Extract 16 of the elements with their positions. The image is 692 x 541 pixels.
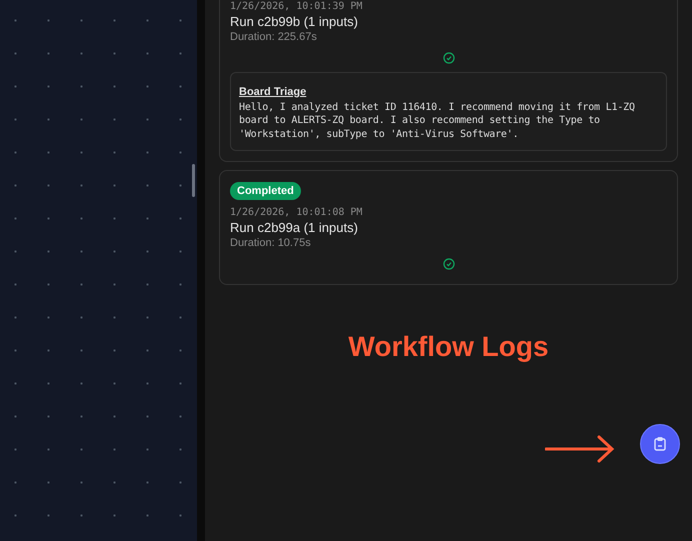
scroll-handle[interactable]	[192, 164, 195, 197]
run-duration: Duration: 10.75s	[230, 236, 311, 250]
check-circle-icon	[442, 52, 454, 64]
run-timestamp: 1/26/2026, 10:01:08 PM	[230, 206, 362, 220]
logs-button[interactable]	[640, 424, 680, 464]
arrow-icon	[545, 434, 615, 464]
output-text: Hello, I analyzed ticket ID 116410. I recommend moving it from L1-ZQ board to ALERTS-ZQ board. I also recommend setting the Type to 'Workstation', subType to 'Anti-Virus Software'.	[239, 101, 636, 141]
annotation-title: Workflow Logs	[348, 330, 549, 364]
clipboard-icon	[654, 437, 666, 451]
run-duration: Duration: 225.67s	[230, 30, 317, 44]
check-circle-icon	[442, 258, 454, 270]
run-timestamp: 1/26/2026, 10:01:39 PM	[230, 0, 362, 13]
status-badge: Completed	[230, 182, 301, 200]
run-title: Run c2b99a (1 inputs)	[230, 219, 358, 236]
output-title: Board Triage	[239, 85, 308, 99]
run-title: Run c2b99b (1 inputs)	[230, 13, 358, 30]
